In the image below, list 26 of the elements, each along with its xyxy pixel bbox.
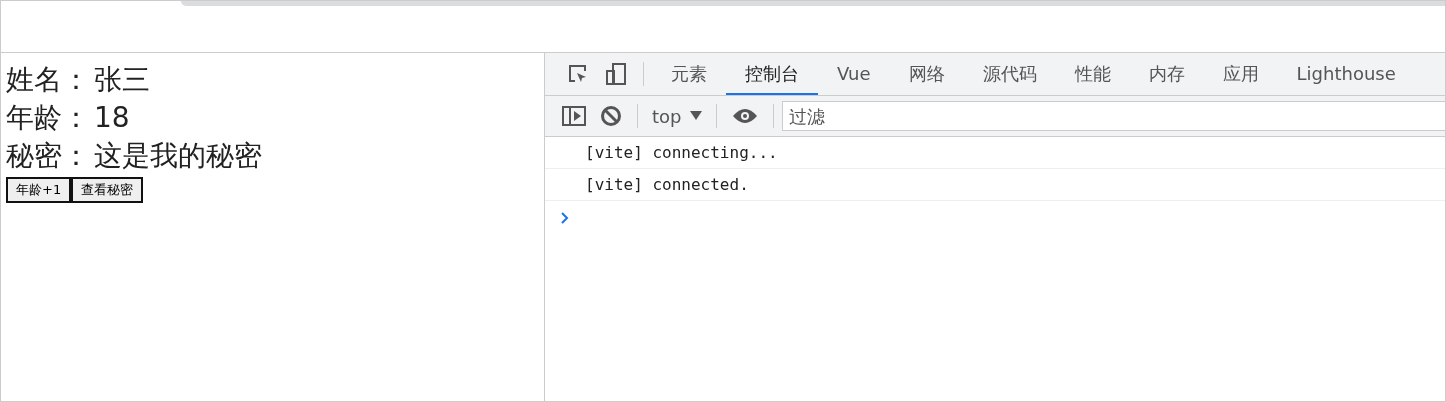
devtools-tab[interactable]: Vue xyxy=(818,53,890,95)
devtools-tab[interactable]: 元素 xyxy=(652,53,726,95)
devtools-tab[interactable]: 性能 xyxy=(1055,53,1130,95)
field-value: 18 xyxy=(94,102,130,134)
devtools-tab[interactable]: Lighthouse xyxy=(1277,53,1415,95)
devtools-tab[interactable]: 内存 xyxy=(1129,53,1204,95)
page-button[interactable]: 查看秘密 xyxy=(71,177,144,203)
clear-icon[interactable] xyxy=(600,105,622,127)
context-dropdown[interactable]: top xyxy=(646,105,708,127)
devtools-tab[interactable]: 源代码 xyxy=(963,53,1056,95)
field-value: 这是我的秘密 xyxy=(94,140,262,172)
field-label: 年龄： xyxy=(6,102,90,134)
caret-icon xyxy=(689,111,702,121)
console-message: [vite] connected. xyxy=(585,175,749,194)
filter-field[interactable]: 过滤 xyxy=(781,101,1445,131)
prompt-icon[interactable] xyxy=(560,212,570,224)
device-icon[interactable] xyxy=(604,62,628,86)
devtools-tab[interactable]: 应用 xyxy=(1203,53,1278,95)
page-button[interactable]: 年龄+1 xyxy=(6,177,72,203)
field-label: 秘密： xyxy=(6,140,90,172)
field-value: 张三 xyxy=(94,64,150,96)
eye-icon[interactable] xyxy=(731,108,758,124)
console-message: [vite] connecting... xyxy=(585,143,778,162)
field-label: 姓名： xyxy=(6,64,90,96)
devtools-tab[interactable]: 网络 xyxy=(889,53,964,95)
sidebar-icon[interactable] xyxy=(562,106,586,126)
